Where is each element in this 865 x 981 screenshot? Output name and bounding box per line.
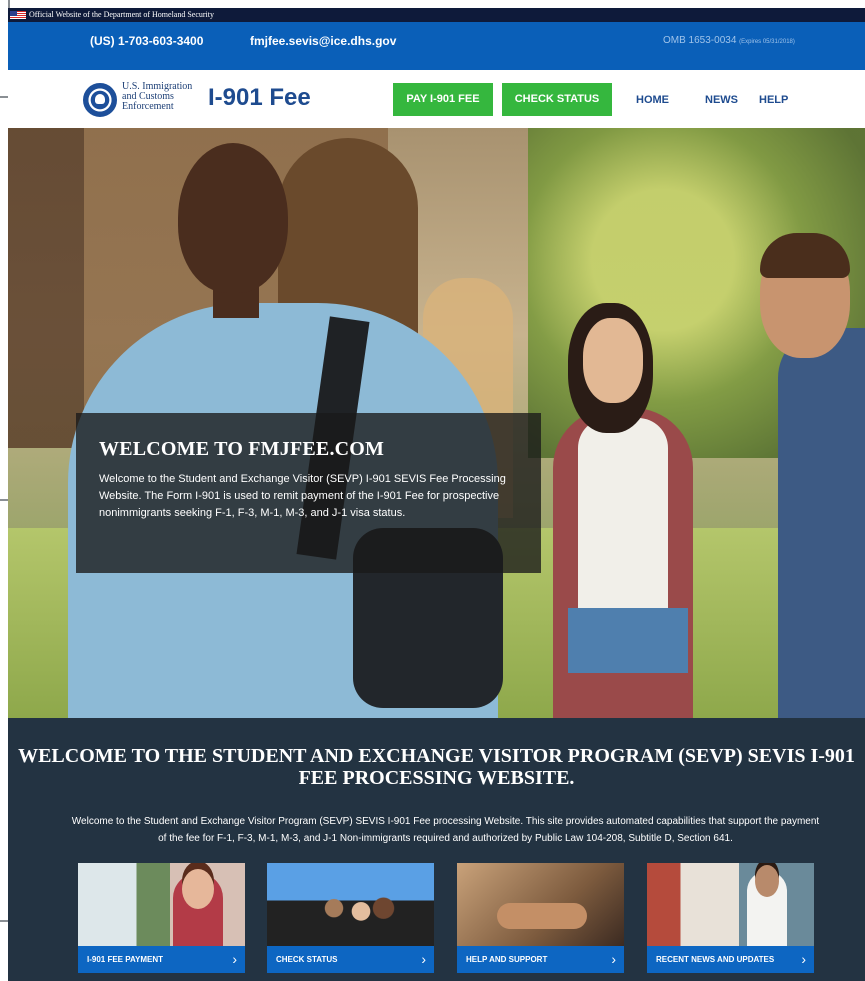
check-status-button[interactable]: CHECK STATUS [502,83,612,116]
nav-news-link[interactable]: NEWS [705,94,738,106]
official-banner: Official Website of the Department of Ho… [8,8,865,22]
card-image [457,863,624,946]
chevron-right-icon: › [232,951,237,967]
card-link-bar[interactable]: CHECK STATUS › [267,946,434,973]
contact-bar: (US) 1-703-603-3400 fmjfee.sevis@ice.dhs… [8,22,865,70]
site-title[interactable]: I-901 Fee [208,84,311,112]
program-title: WELCOME TO THE STUDENT AND EXCHANGE VISI… [18,745,855,789]
email-link[interactable]: fmjfee.sevis@ice.dhs.gov [250,34,396,48]
omb-number: OMB 1653-0034 (Expires 05/31/2018) [663,35,795,46]
hero-student-figure [578,418,668,618]
dhs-seal-icon[interactable] [83,83,117,117]
welcome-title: WELCOME TO FMJFEE.COM [99,438,385,460]
hero-student-figure [568,608,688,673]
phone-number: (US) 1-703-603-3400 [90,34,204,48]
card-label: RECENT NEWS AND UPDATES [656,955,775,964]
card-link-bar[interactable]: HELP AND SUPPORT › [457,946,624,973]
nav-help-link[interactable]: HELP [759,94,788,106]
welcome-text: Welcome to the Student and Exchange Visi… [99,473,506,519]
agency-line: Enforcement [122,101,174,112]
hero-student-figure [583,318,643,403]
chevron-right-icon: › [421,951,426,967]
card-image [267,863,434,946]
card-link-bar[interactable]: I-901 FEE PAYMENT › [78,946,245,973]
card-image [647,863,814,946]
card-label: CHECK STATUS [276,955,338,964]
card-label: I-901 FEE PAYMENT [87,955,164,964]
pay-fee-button[interactable]: PAY I-901 FEE [393,83,493,116]
hero-student-figure [778,328,865,718]
official-banner-text: Official Website of the Department of Ho… [29,10,215,19]
us-flag-icon [10,11,26,19]
omb-expires: (Expires 05/31/2018) [739,39,795,45]
card-recent-news[interactable]: RECENT NEWS AND UPDATES › [647,863,814,973]
welcome-overlay: WELCOME TO FMJFEE.COM Welcome to the Stu… [76,413,541,573]
nav-home-link[interactable]: HOME [636,94,669,106]
program-section: WELCOME TO THE STUDENT AND EXCHANGE VISI… [8,718,865,981]
card-image [78,863,245,946]
card-fee-payment[interactable]: I-901 FEE PAYMENT › [78,863,245,973]
site-header: U.S. Immigration and Customs Enforcement… [8,70,865,129]
hero-banner: WELCOME TO FMJFEE.COM Welcome to the Stu… [8,128,865,718]
card-label: HELP AND SUPPORT [466,955,548,964]
agency-name[interactable]: U.S. Immigration and Customs Enforcement [122,82,192,112]
card-link-bar[interactable]: RECENT NEWS AND UPDATES › [647,946,814,973]
card-help-support[interactable]: HELP AND SUPPORT › [457,863,624,973]
program-text: Welcome to the Student and Exchange Visi… [71,816,820,844]
chevron-right-icon: › [611,951,616,967]
chevron-right-icon: › [801,951,806,967]
hero-main-student [178,143,288,293]
card-check-status[interactable]: CHECK STATUS › [267,863,434,973]
